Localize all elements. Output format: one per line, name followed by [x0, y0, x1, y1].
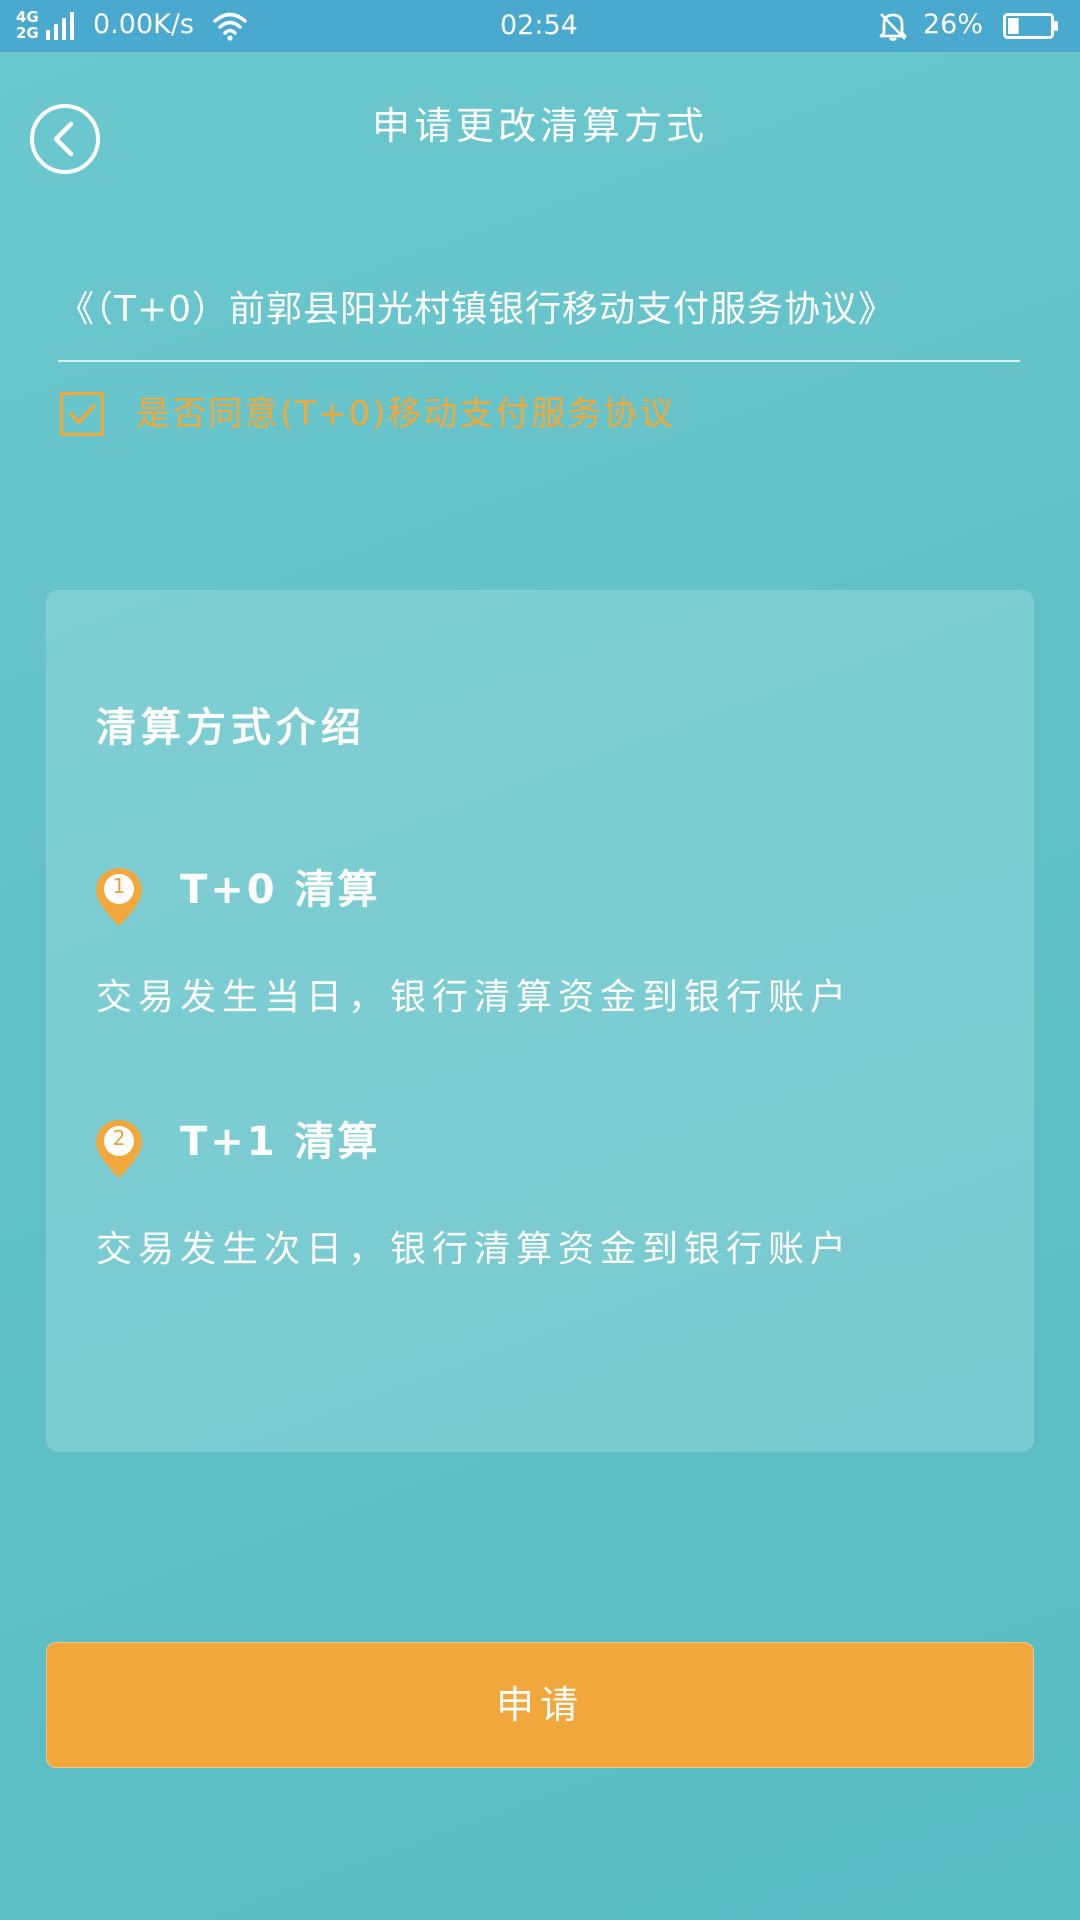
battery-icon — [1003, 13, 1059, 39]
network-type-indicator: 4G 2G — [16, 9, 46, 43]
agreement-checkbox-label: 是否同意(T+0)移动支付服务协议 — [136, 394, 676, 434]
network-speed: 0.00K/s — [93, 9, 194, 40]
bell-icon — [878, 10, 908, 42]
back-arrow-icon — [53, 121, 74, 157]
option-number: 1 — [112, 874, 126, 898]
clock: 02:54 — [500, 10, 578, 41]
page-title: 申请更改清算方式 — [371, 104, 708, 148]
agreement-consent-row[interactable]: 是否同意(T+0)移动支付服务协议 — [58, 390, 958, 440]
agreement-checkbox[interactable] — [60, 392, 104, 436]
battery-level-fill — [1008, 18, 1019, 34]
wifi-icon — [212, 10, 248, 42]
card-title: 清算方式介绍 — [96, 705, 366, 751]
network-type-bottom: 2G — [16, 24, 39, 42]
option-description-t0: 交易发生当日，银行清算资金到银行账户 — [96, 977, 853, 1018]
back-button[interactable] — [30, 104, 100, 174]
divider — [58, 360, 1020, 362]
settlement-info-card: 清算方式介绍 1 T+0 清算 交易发生当日，银行清算资金到银行账户 2 T+1… — [46, 590, 1034, 1452]
option-title-t1: T+1 清算 — [180, 1119, 381, 1165]
option-description-t1: 交易发生次日，银行清算资金到银行账户 — [96, 1229, 853, 1270]
option-number: 2 — [112, 1126, 126, 1150]
status-bar: 4G 2G 0.00K/s 02:54 26% — [0, 0, 1080, 52]
network-type-top: 4G — [16, 8, 39, 26]
signal-icon — [46, 12, 80, 40]
service-agreement-link[interactable]: 《（T+0）前郭县阳光村镇银行移动支付服务协议》 — [58, 282, 1018, 338]
location-pin-icon: 1 — [94, 866, 144, 928]
battery-percentage: 26% — [923, 9, 984, 40]
checkmark-icon — [69, 404, 96, 424]
apply-button[interactable]: 申请 — [46, 1642, 1034, 1768]
location-pin-icon: 2 — [94, 1118, 144, 1180]
option-title-t0: T+0 清算 — [180, 867, 381, 913]
